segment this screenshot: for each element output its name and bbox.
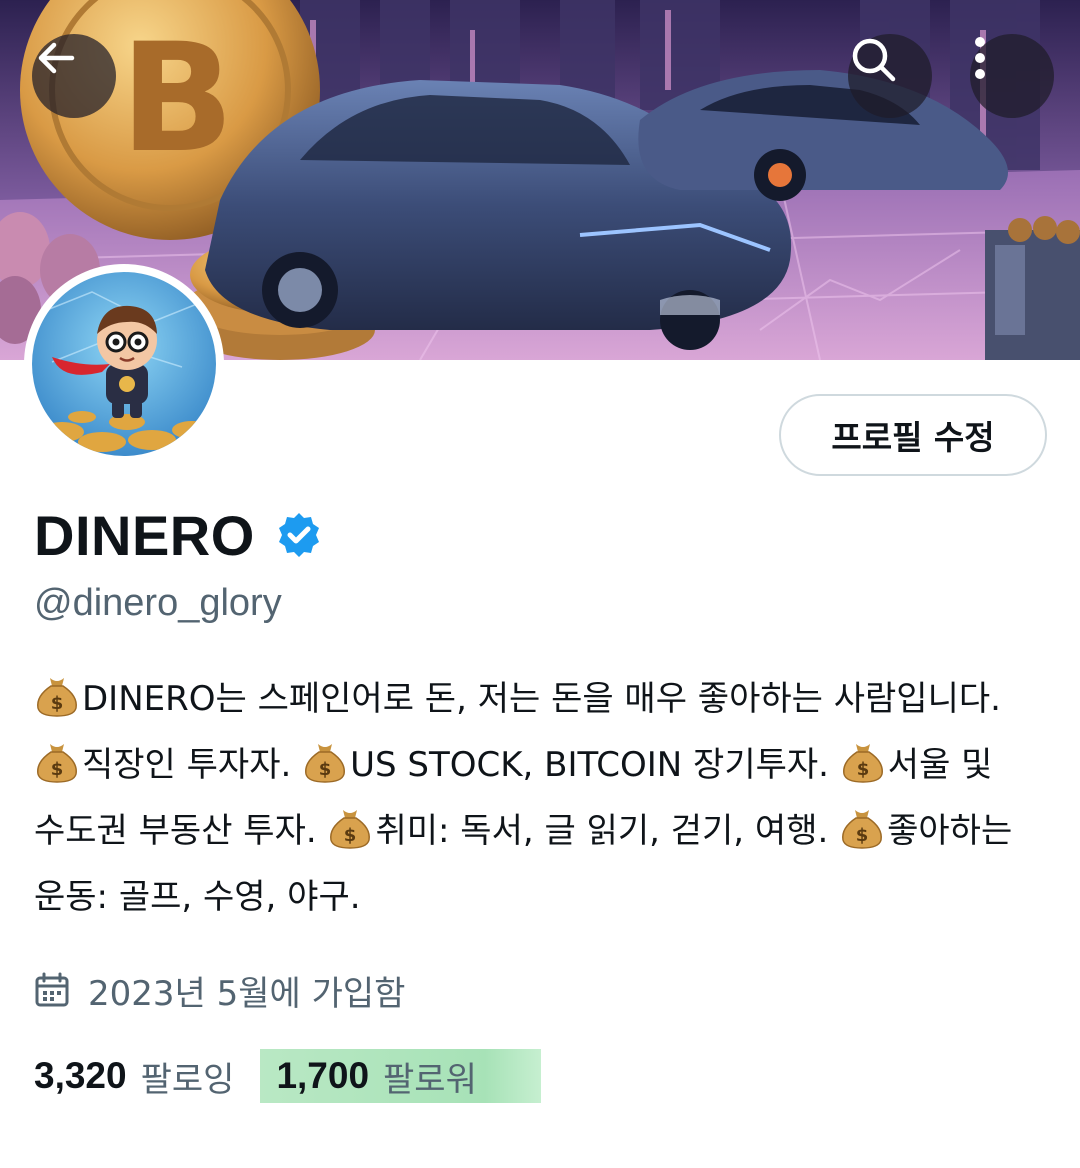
money-bag-icon: $ — [842, 810, 883, 849]
more-options-button[interactable] — [970, 34, 1054, 118]
svg-text:$: $ — [344, 825, 357, 846]
following-link[interactable]: 3,320 팔로잉 — [34, 1049, 234, 1103]
bio-segment-text: 취미: 독서, 글 읽기, 걷기, 여행. — [375, 811, 840, 851]
bio-segment: $ 직장인 투자자. — [34, 744, 303, 785]
followers-link[interactable]: 1,700 팔로워 — [260, 1049, 541, 1103]
arrow-left-icon — [38, 42, 75, 74]
svg-text:$: $ — [51, 693, 64, 714]
bio-segment-text: DINERO는 스페인어로 돈, 저는 돈을 매우 좋아하는 사람입니다. — [82, 679, 1001, 719]
followers-label: 팔로워 — [383, 1059, 477, 1100]
name-row: DINERO — [34, 500, 323, 570]
bio-segment-text: 직장인 투자자. — [82, 745, 303, 785]
bio-segment-text: US STOCK, BITCOIN 장기투자. — [350, 745, 840, 785]
avatar-image — [32, 272, 216, 456]
svg-text:B: B — [120, 12, 234, 186]
user-handle: @dinero_glory — [34, 582, 282, 624]
svg-text:$: $ — [319, 759, 332, 780]
followers-count: 1,700 — [276, 1055, 370, 1096]
bio-segment: $ DINERO는 스페인어로 돈, 저는 돈을 매우 좋아하는 사람입니다. — [34, 678, 1001, 719]
calendar-icon — [35, 972, 69, 1007]
bio-segment: $ 취미: 독서, 글 읽기, 걷기, 여행. — [327, 810, 840, 851]
joined-date: 2023년 5월에 가입함 — [34, 962, 405, 1018]
following-count: 3,320 — [34, 1055, 127, 1096]
display-name: DINERO — [34, 503, 255, 567]
profile-bio: $ DINERO는 스페인어로 돈, 저는 돈을 매우 좋아하는 사람입니다. $… — [34, 666, 1034, 930]
bio-segment: $ US STOCK, BITCOIN 장기투자. — [302, 744, 840, 785]
verified-check-icon — [278, 513, 319, 557]
svg-text:$: $ — [857, 759, 870, 780]
svg-text:$: $ — [51, 759, 64, 780]
money-bag-icon: $ — [330, 810, 371, 849]
more-vertical-icon — [975, 37, 985, 79]
search-button[interactable] — [848, 34, 932, 118]
back-button[interactable] — [32, 34, 116, 118]
money-bag-icon: $ — [37, 678, 77, 717]
money-bag-icon: $ — [842, 744, 883, 783]
profile-avatar[interactable] — [24, 264, 224, 464]
search-icon — [852, 38, 896, 82]
edit-profile-button[interactable]: 프로필 수정 — [779, 394, 1047, 476]
following-label: 팔로잉 — [140, 1059, 235, 1100]
money-bag-icon: $ — [305, 744, 346, 783]
follow-stats: 3,320 팔로잉 1,700 팔로워 — [34, 1048, 541, 1104]
money-bag-icon: $ — [37, 744, 77, 783]
joined-text: 2023년 5월에 가입함 — [88, 973, 406, 1014]
svg-text:$: $ — [856, 825, 869, 846]
